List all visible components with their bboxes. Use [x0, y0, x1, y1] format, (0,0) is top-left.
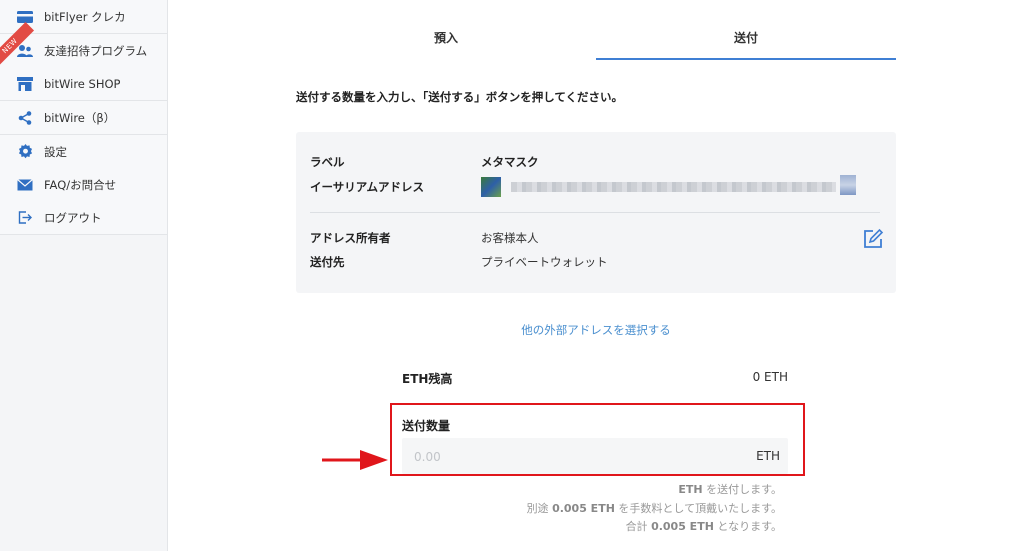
sidebar-item-label: ログアウト [44, 210, 102, 225]
address-avatar [481, 177, 501, 197]
sidebar-item-bitwire[interactable]: bitWire（β） [0, 101, 167, 135]
address-info-card: ラベル メタマスク イーサリアムアドレス アドレス所有者 お客様本人 送付先 プ… [296, 132, 896, 293]
address-blurred [511, 182, 836, 192]
note-line-1: ETH を送付します。 [678, 483, 782, 496]
store-icon [16, 76, 34, 92]
address-key: イーサリアムアドレス [310, 180, 424, 194]
sidebar-item-label: FAQ/お問合せ [44, 177, 117, 192]
logout-icon [16, 210, 34, 226]
tab-send[interactable]: 送付 [596, 18, 896, 60]
sidebar-item-settings[interactable]: 設定 [0, 135, 167, 169]
select-other-address-link[interactable]: 他の外部アドレスを選択する [296, 322, 896, 338]
note-line-2: 別途 0.005 ETH を手数料として頂戴いたします。 [526, 502, 782, 515]
sidebar-item-label: bitWire SHOP [44, 76, 121, 91]
owner-value: お客様本人 [481, 231, 539, 245]
gear-icon [16, 144, 34, 160]
share-icon [16, 110, 34, 126]
amount-unit: ETH [756, 449, 780, 463]
arrow-right-icon [320, 448, 390, 476]
sidebar-item-shop[interactable]: bitWire SHOP [0, 67, 167, 101]
sidebar-item-logout[interactable]: ログアウト [0, 201, 167, 235]
dest-key: 送付先 [310, 255, 345, 269]
sidebar-item-label: 設定 [44, 144, 67, 159]
mail-icon [16, 177, 34, 193]
sidebar-item-label: 友達招待プログラム [44, 43, 148, 58]
amount-label: 送付数量 [402, 419, 451, 433]
balance-value: 0 ETH [752, 370, 788, 384]
edit-icon[interactable] [862, 228, 884, 250]
owner-key: アドレス所有者 [310, 231, 391, 245]
card-divider [310, 212, 880, 213]
instruction-text: 送付する数量を入力し、「送付する」ボタンを押してください。 [296, 90, 624, 104]
sidebar: bitFlyer クレカ 友達招待プログラム bitWire SHOP bitW… [0, 0, 168, 551]
label-key: ラベル [310, 155, 345, 169]
note-line-3: 合計 0.005 ETH となります。 [625, 520, 782, 533]
tab-deposit[interactable]: 預入 [296, 18, 596, 60]
balance-label: ETH残高 [402, 372, 453, 386]
sidebar-item-faq[interactable]: FAQ/お問合せ [0, 168, 167, 202]
label-value: メタマスク [481, 155, 539, 169]
address-identicon [840, 175, 856, 195]
sidebar-item-label: bitFlyer クレカ [44, 9, 126, 24]
dest-value: プライベートウォレット [481, 255, 608, 269]
sidebar-item-label: bitWire（β） [44, 110, 116, 125]
amount-input[interactable] [414, 448, 694, 466]
